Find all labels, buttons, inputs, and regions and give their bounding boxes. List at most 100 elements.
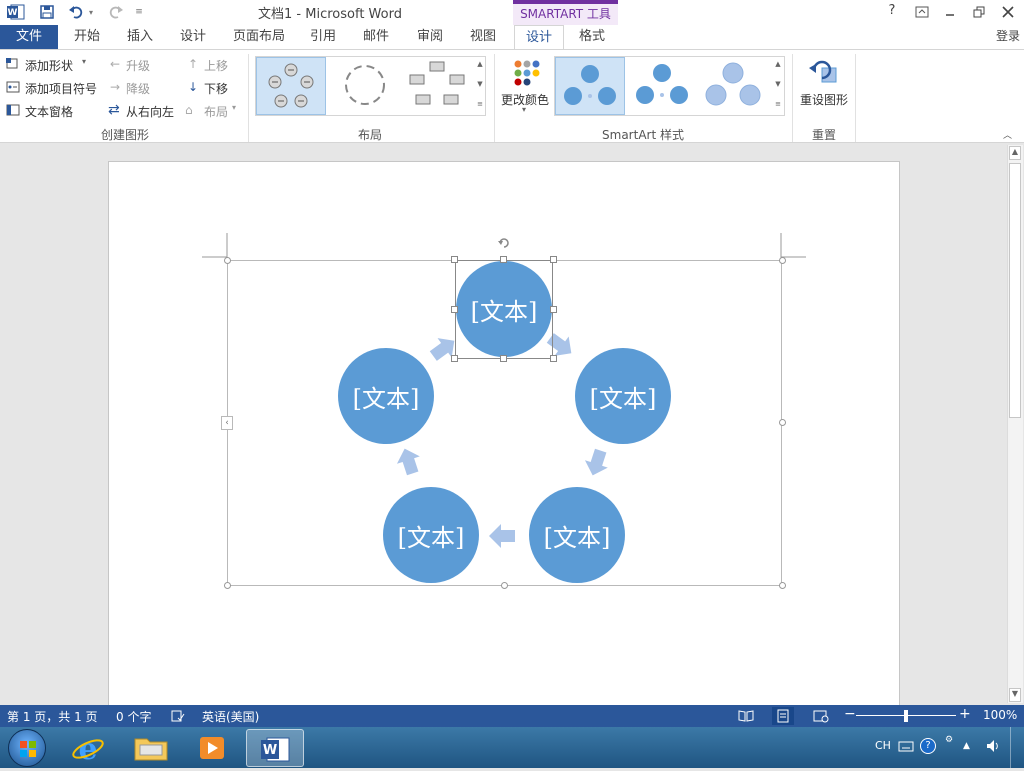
add-shape-icon xyxy=(6,58,20,70)
scroll-thumb[interactable] xyxy=(1009,163,1021,418)
sign-in-link[interactable]: 登录 xyxy=(996,27,1020,44)
shape-handle[interactable] xyxy=(550,355,557,362)
move-down-button[interactable]: 下移 xyxy=(204,80,228,97)
proofing-icon[interactable] xyxy=(171,709,185,723)
zoom-slider-thumb[interactable] xyxy=(904,710,908,722)
internet-explorer-icon[interactable]: e xyxy=(70,731,106,767)
smartart-styles-group-label: SmartArt 样式 xyxy=(602,128,684,142)
add-bullet-button[interactable]: 添加项目符号 xyxy=(25,80,97,97)
promote-button[interactable]: 升级 xyxy=(126,57,150,74)
layout-dropdown-icon[interactable]: ▾ xyxy=(232,103,236,112)
cycle-arrow xyxy=(584,448,608,476)
tab-page-layout[interactable]: 页面布局 xyxy=(228,25,290,49)
demote-button[interactable]: 降级 xyxy=(126,80,150,97)
status-bar: 第 1 页，共 1 页 0 个字 英语(美国) − + 100% xyxy=(0,705,1024,727)
volume-icon[interactable] xyxy=(985,738,1001,754)
read-mode-icon[interactable] xyxy=(738,709,754,723)
media-player-icon[interactable] xyxy=(193,733,231,763)
right-to-left-button[interactable]: 从右向左 xyxy=(126,103,174,120)
reset-graphic-icon xyxy=(808,56,840,88)
group-divider xyxy=(855,54,856,142)
undo-dropdown-icon[interactable]: ▾ xyxy=(86,3,96,21)
show-hidden-icons[interactable]: ▲ xyxy=(963,741,970,751)
style-option-subtle[interactable] xyxy=(699,57,767,115)
shape-handle[interactable] xyxy=(500,355,507,362)
restore-icon[interactable] xyxy=(971,4,987,20)
zoom-out-icon[interactable]: − xyxy=(844,706,856,722)
zoom-level[interactable]: 100% xyxy=(983,708,1017,722)
zoom-in-icon[interactable]: + xyxy=(959,706,971,722)
redo-icon[interactable] xyxy=(106,3,126,21)
scroll-up-icon[interactable]: ▲ xyxy=(1009,146,1021,160)
undo-icon[interactable] xyxy=(66,3,86,21)
web-layout-icon[interactable] xyxy=(813,709,829,723)
styles-scroll-up-icon[interactable]: ▲ xyxy=(771,57,785,71)
word-app-icon[interactable]: W xyxy=(6,3,26,21)
taskbar-word-button[interactable]: W xyxy=(246,729,304,767)
tab-review[interactable]: 审阅 xyxy=(408,25,452,49)
text-pane-icon xyxy=(6,104,20,116)
ime-indicator[interactable]: CH xyxy=(875,739,891,752)
shape-handle[interactable] xyxy=(550,306,557,313)
ribbon-display-options-icon[interactable] xyxy=(914,4,930,20)
print-layout-icon[interactable] xyxy=(772,707,794,725)
svg-text:W: W xyxy=(263,743,277,758)
cycle-arrow xyxy=(396,448,420,476)
keyboard-icon[interactable] xyxy=(898,739,914,753)
language-indicator[interactable]: 英语(美国) xyxy=(202,708,259,725)
help-tray-icon[interactable]: ? xyxy=(920,738,936,754)
rotate-handle-icon[interactable] xyxy=(497,236,511,250)
tab-smartart-design[interactable]: 设计 xyxy=(514,25,564,50)
add-bullet-icon xyxy=(6,81,20,93)
layouts-scroll-down-icon[interactable]: ▼ xyxy=(473,77,487,91)
add-shape-button[interactable]: 添加形状 xyxy=(25,57,73,74)
cycle-node[interactable]: [文本] xyxy=(338,348,434,444)
minimize-icon[interactable] xyxy=(942,4,958,20)
tab-file[interactable]: 文件 xyxy=(0,25,58,49)
shape-handle[interactable] xyxy=(451,355,458,362)
tab-references[interactable]: 引用 xyxy=(302,25,344,49)
shape-handle[interactable] xyxy=(451,306,458,313)
demote-arrow-icon: → xyxy=(110,80,121,94)
move-up-button[interactable]: 上移 xyxy=(204,57,228,74)
layouts-scroll-up-icon[interactable]: ▲ xyxy=(473,57,487,71)
layout-dropdown-button[interactable]: 布局 xyxy=(204,103,228,120)
shape-handle[interactable] xyxy=(550,256,557,263)
collapse-ribbon-icon[interactable]: ︿ xyxy=(1003,128,1012,141)
start-button[interactable] xyxy=(8,729,46,767)
tab-design[interactable]: 设计 xyxy=(170,25,216,49)
layout-option-text-cycle[interactable] xyxy=(332,57,398,115)
styles-scroll-down-icon[interactable]: ▼ xyxy=(771,77,785,91)
tab-insert[interactable]: 插入 xyxy=(117,25,163,49)
cycle-node[interactable]: [文本] xyxy=(529,487,625,583)
page-count[interactable]: 第 1 页，共 1 页 xyxy=(7,708,98,725)
layout-option-block-cycle[interactable] xyxy=(404,57,470,115)
change-colors-dropdown-icon[interactable]: ▾ xyxy=(522,105,526,114)
show-desktop-button[interactable] xyxy=(1010,727,1024,768)
shape-handle[interactable] xyxy=(451,256,458,263)
style-option-simple[interactable] xyxy=(555,57,625,115)
shape-handle[interactable] xyxy=(500,256,507,263)
close-icon[interactable] xyxy=(1000,4,1016,20)
reset-graphic-button[interactable]: 重设图形 xyxy=(800,91,848,108)
layouts-more-icon[interactable]: ≡ xyxy=(473,97,487,111)
layout-option-basic-cycle[interactable] xyxy=(256,57,326,115)
ime-options-icon[interactable]: ⚙ xyxy=(945,735,957,755)
customize-qat-icon[interactable]: ≡ xyxy=(132,3,146,21)
styles-more-icon[interactable]: ≡ xyxy=(771,97,785,111)
cycle-node[interactable]: [文本] xyxy=(383,487,479,583)
move-up-icon: ↑ xyxy=(188,57,199,71)
save-icon[interactable] xyxy=(37,3,57,21)
tab-view[interactable]: 视图 xyxy=(461,25,505,49)
word-count[interactable]: 0 个字 xyxy=(116,708,151,725)
text-pane-button[interactable]: 文本窗格 xyxy=(25,103,73,120)
style-option-white-outline[interactable] xyxy=(628,57,696,115)
tab-mailings[interactable]: 邮件 xyxy=(355,25,397,49)
help-button[interactable]: ? xyxy=(884,3,900,18)
scroll-down-icon[interactable]: ▼ xyxy=(1009,688,1021,702)
add-shape-dropdown-icon[interactable]: ▾ xyxy=(82,57,86,66)
tab-smartart-format[interactable]: 格式 xyxy=(568,25,616,49)
file-explorer-icon[interactable] xyxy=(132,733,170,763)
tab-home[interactable]: 开始 xyxy=(64,25,110,49)
cycle-node[interactable]: [文本] xyxy=(575,348,671,444)
